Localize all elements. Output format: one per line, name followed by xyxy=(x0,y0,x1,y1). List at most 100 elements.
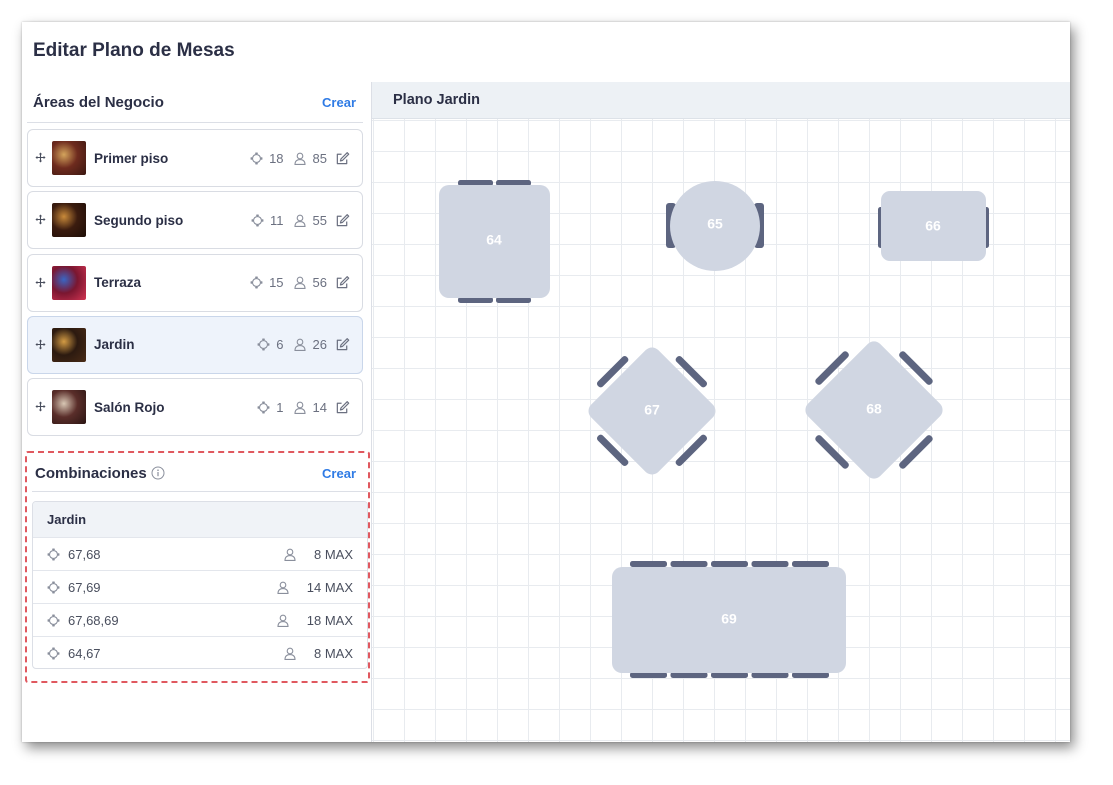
person-icon xyxy=(293,214,309,227)
floor-plan-svg: 64 65 66 67 68 69 xyxy=(439,180,989,678)
chair xyxy=(792,561,829,567)
area-name: Salón Rojo xyxy=(94,399,165,415)
combination-tables: 67,68,69 xyxy=(47,613,119,628)
edit-icon[interactable] xyxy=(335,151,350,166)
table-icon xyxy=(250,152,266,165)
plan-title: Plano Jardin xyxy=(372,82,1070,119)
area-thumbnail xyxy=(52,390,86,425)
page-title: Editar Plano de Mesas xyxy=(33,40,235,61)
edit-icon[interactable] xyxy=(335,213,350,228)
create-area-button[interactable]: Crear xyxy=(322,95,356,110)
person-icon xyxy=(293,401,309,414)
drag-handle-icon[interactable] xyxy=(35,401,47,413)
create-combination-button[interactable]: Crear xyxy=(322,466,356,481)
person-icon xyxy=(277,614,299,627)
divider xyxy=(32,491,368,492)
table-icon xyxy=(250,276,266,289)
combination-capacity: 14 MAX xyxy=(277,580,353,595)
table-count-value: 11 xyxy=(270,212,284,228)
edit-icon[interactable] xyxy=(335,337,350,352)
combinations-title-wrap: Combinaciones xyxy=(35,465,165,482)
area-capacity: 85 xyxy=(293,150,327,166)
table-69[interactable]: 69 xyxy=(612,561,846,678)
combination-tables-value: 67,69 xyxy=(68,579,101,595)
edit-icon[interactable] xyxy=(335,275,350,290)
floor-plan-canvas[interactable]: 64 65 66 67 68 69 xyxy=(372,119,1070,742)
area-capacity: 26 xyxy=(293,337,327,353)
area-capacity: 14 xyxy=(293,399,327,415)
combination-row[interactable]: 67,68 8 MAX xyxy=(33,538,367,571)
capacity-value: 26 xyxy=(312,337,327,353)
combination-capacity: 8 MAX xyxy=(284,547,353,562)
table-icon xyxy=(257,338,273,351)
left-panel: Áreas del Negocio Crear Primer piso 18 85 S… xyxy=(22,82,371,742)
areas-header: Áreas del Negocio Crear xyxy=(22,82,371,122)
person-icon xyxy=(293,338,309,352)
combination-tables: 64,67 xyxy=(47,646,101,661)
area-table-count: 11 xyxy=(251,213,284,228)
table-count-value: 18 xyxy=(269,150,284,166)
area-capacity: 56 xyxy=(293,275,327,290)
combinations-header: Combinaciones Crear xyxy=(27,453,368,493)
table-label: 69 xyxy=(721,611,737,627)
person-icon xyxy=(284,647,306,660)
table-label: 68 xyxy=(866,401,882,417)
chair xyxy=(670,561,708,567)
area-capacity: 55 xyxy=(293,212,327,228)
person-icon xyxy=(293,152,309,165)
area-item-salon-rojo[interactable]: Salón Rojo 1 14 xyxy=(27,378,363,437)
capacity-value: 55 xyxy=(312,212,327,228)
floor-plan-panel: Plano Jardin 64 65 66 67 68 69 xyxy=(371,82,1070,742)
chair xyxy=(711,561,748,567)
table-65[interactable]: 65 xyxy=(666,181,764,271)
person-icon xyxy=(277,581,299,594)
area-table-count: 6 xyxy=(257,337,284,353)
table-label: 64 xyxy=(486,232,502,248)
area-item-primer-piso[interactable]: Primer piso 18 85 xyxy=(27,129,363,187)
area-name: Primer piso xyxy=(94,150,169,166)
drag-handle-icon[interactable] xyxy=(35,214,47,226)
editor-window: Editar Plano de Mesas Áreas del Negocio … xyxy=(22,22,1070,742)
drag-handle-icon[interactable] xyxy=(35,152,47,164)
area-table-count: 1 xyxy=(257,399,284,415)
table-68[interactable]: 68 xyxy=(802,338,947,483)
combination-capacity-value: 8 MAX xyxy=(313,646,353,661)
table-icon xyxy=(47,647,64,660)
combination-row[interactable]: 64,67 8 MAX xyxy=(33,637,367,668)
areas-title: Áreas del Negocio xyxy=(33,93,164,111)
combinations-title: Combinaciones xyxy=(35,464,147,482)
area-thumbnail xyxy=(52,141,86,175)
combination-capacity: 8 MAX xyxy=(284,646,353,661)
area-item-terraza[interactable]: Terraza 15 56 xyxy=(27,253,363,312)
table-icon xyxy=(47,581,64,594)
area-table-count: 15 xyxy=(250,275,284,290)
combination-tables-value: 67,68,69 xyxy=(68,612,119,628)
table-67[interactable]: 67 xyxy=(585,344,719,478)
area-thumbnail xyxy=(52,265,86,300)
area-name: Terraza xyxy=(94,275,142,291)
area-table-count: 18 xyxy=(250,150,284,166)
combinations-table: Jardin 67,68 8 MAX 67,69 14 MAX 67,68,69 18 M… xyxy=(32,501,368,669)
table-label: 66 xyxy=(925,218,941,234)
combination-group-header: Jardin xyxy=(33,502,367,538)
info-icon[interactable] xyxy=(151,466,165,480)
area-item-segundo-piso[interactable]: Segundo piso 11 55 xyxy=(27,191,363,250)
combination-row[interactable]: 67,69 14 MAX xyxy=(33,571,367,604)
table-count-value: 6 xyxy=(276,337,284,353)
combination-rows: 67,68 8 MAX 67,69 14 MAX 67,68,69 18 MAX 64,67… xyxy=(33,538,367,668)
table-count-value: 1 xyxy=(276,399,284,415)
drag-handle-icon[interactable] xyxy=(35,277,47,289)
person-icon xyxy=(293,276,309,290)
combination-row[interactable]: 67,68,69 18 MAX xyxy=(33,604,367,637)
capacity-value: 14 xyxy=(312,399,327,415)
capacity-value: 85 xyxy=(312,150,327,166)
table-label: 65 xyxy=(707,216,723,232)
drag-handle-icon[interactable] xyxy=(35,339,47,351)
edit-icon[interactable] xyxy=(335,400,350,415)
table-66[interactable]: 66 xyxy=(878,191,989,261)
area-item-jardin[interactable]: Jardin 6 26 xyxy=(27,315,363,374)
table-64[interactable]: 64 xyxy=(439,180,550,303)
table-icon xyxy=(47,548,64,561)
combinations-panel: Combinaciones Crear Jardin 67,68 8 MAX 67,… xyxy=(25,451,370,683)
area-name: Jardin xyxy=(94,337,135,353)
